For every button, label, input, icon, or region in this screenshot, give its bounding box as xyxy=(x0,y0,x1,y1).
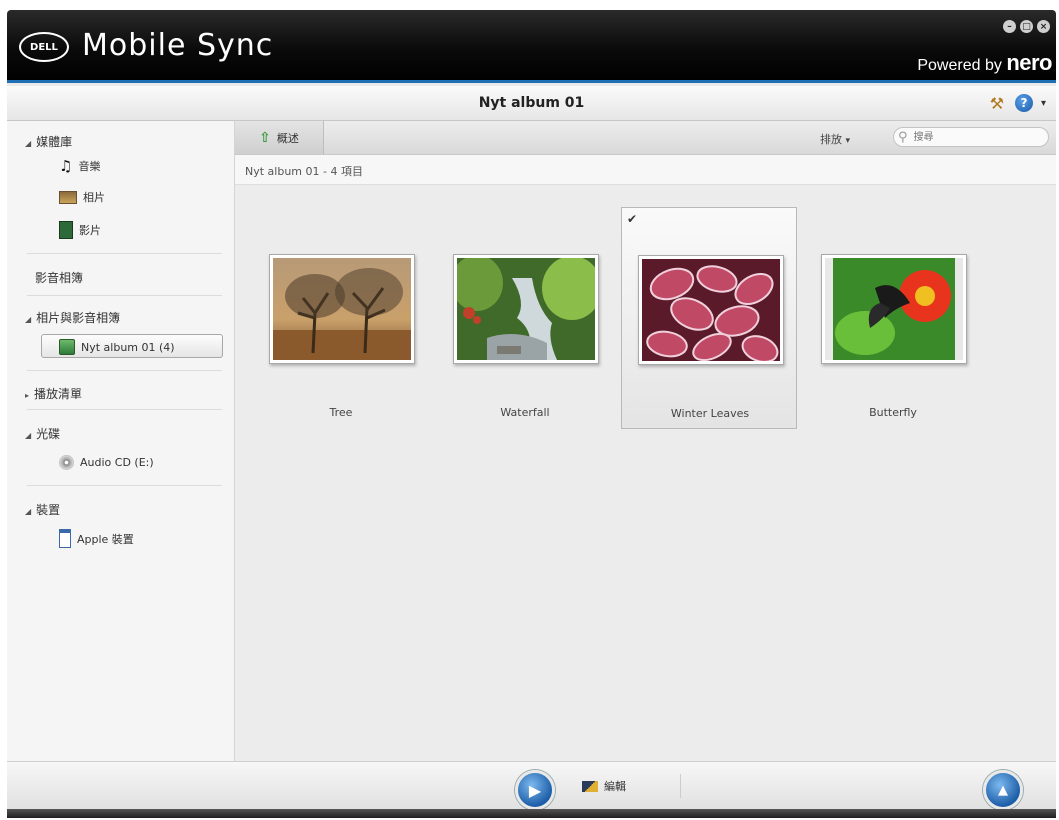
chevron-down-icon[interactable]: ▾ xyxy=(1041,98,1046,109)
tile-caption: Waterfall xyxy=(500,406,550,419)
footer-bar: ▶ 編輯 ▲ xyxy=(7,761,1056,818)
expand-arrow-icon[interactable]: ◢ xyxy=(25,139,31,148)
sidebar-section-label: 媒體庫 xyxy=(36,135,73,149)
sidebar-item-videos[interactable]: 影片 xyxy=(59,221,101,239)
content-area: ⇧ 概述 排放 ▾ ⚲ Nyt album 01 - 4 項目 xyxy=(235,121,1056,761)
thumbnail xyxy=(638,255,784,365)
help-icon[interactable]: ? xyxy=(1014,94,1033,112)
minimize-icon[interactable]: – xyxy=(1003,20,1016,33)
powered-by-text: Powered by xyxy=(917,57,1002,74)
music-note-icon: ♫ xyxy=(59,157,73,175)
sidebar-item-music[interactable]: ♫ 音樂 xyxy=(59,157,100,175)
sidebar-section-label: 相片與影音相簿 xyxy=(36,311,121,325)
sidebar-section-photo-video-albums[interactable]: ◢ 相片與影音相簿 xyxy=(25,309,120,326)
search-icon: ⚲ xyxy=(898,129,908,145)
sidebar-section-playlists[interactable]: ▸ 播放清單 xyxy=(25,385,82,402)
thumbnail xyxy=(453,254,599,364)
breadcrumb: Nyt album 01 - 4 項目 xyxy=(235,155,1056,185)
close-icon[interactable]: × xyxy=(1037,20,1050,33)
divider xyxy=(27,295,222,296)
play-icon: ▶ xyxy=(528,780,542,800)
expand-arrow-icon[interactable]: ◢ xyxy=(25,507,31,516)
divider xyxy=(27,409,222,410)
search-box[interactable]: ⚲ xyxy=(893,127,1049,147)
play-button[interactable]: ▶ xyxy=(515,770,555,810)
title-bar[interactable]: DELL Mobile Sync – □ × Powered by nero xyxy=(7,10,1056,83)
tile-caption: Butterfly xyxy=(869,406,917,419)
sidebar-section-library[interactable]: ◢ 媒體庫 xyxy=(25,133,72,150)
sidebar-item-label: Nyt album 01 (4) xyxy=(81,340,175,354)
search-input[interactable] xyxy=(911,130,1026,144)
sidebar-item-nyt-album[interactable]: Nyt album 01 (4) xyxy=(59,339,175,355)
sidebar-item-apple-device[interactable]: Apple 裝置 xyxy=(59,529,134,548)
sidebar-item-photos[interactable]: 相片 xyxy=(59,189,105,205)
footer-dark-bar xyxy=(7,809,1056,818)
eject-button[interactable]: ▲ xyxy=(983,770,1023,810)
chevron-down-icon: ▾ xyxy=(845,136,851,146)
overview-label: 概述 xyxy=(276,131,299,145)
checkbox-checked-icon[interactable]: ✔ xyxy=(627,212,640,226)
app-title: Mobile Sync xyxy=(82,28,274,63)
breadcrumb-text: Nyt album 01 - 4 項目 xyxy=(245,165,363,178)
content-toolbar: ⇧ 概述 排放 ▾ ⚲ xyxy=(235,121,1056,155)
thumbnail xyxy=(269,254,415,364)
media-tile-tree[interactable]: Tree xyxy=(253,207,429,429)
film-icon xyxy=(59,221,73,239)
sidebar-section-devices[interactable]: ◢ 裝置 xyxy=(25,501,60,518)
winter-leaves-image xyxy=(642,259,780,361)
up-arrow-icon: ⇧ xyxy=(259,129,271,146)
tree-image xyxy=(273,258,411,360)
divider xyxy=(27,253,222,254)
butterfly-image xyxy=(825,258,963,360)
album-icon xyxy=(59,339,75,355)
waterfall-image xyxy=(457,258,595,360)
media-tile-butterfly[interactable]: Butterfly xyxy=(805,207,981,429)
eject-icon: ▲ xyxy=(998,782,1008,798)
photo-icon xyxy=(59,190,77,204)
tile-caption: Tree xyxy=(329,406,353,419)
sidebar-item-label: Apple 裝置 xyxy=(77,532,134,546)
expand-arrow-icon[interactable]: ◢ xyxy=(25,431,31,440)
maximize-icon[interactable]: □ xyxy=(1020,20,1033,33)
divider xyxy=(27,485,222,486)
sidebar-item-label: Audio CD (E:) xyxy=(80,456,154,469)
sidebar-item-audio-cd[interactable]: Audio CD (E:) xyxy=(59,455,154,470)
sidebar-section-label: 光碟 xyxy=(36,427,61,441)
header-bar: Nyt album 01 ⚒ ? ▾ xyxy=(7,86,1056,121)
edit-label: 編輯 xyxy=(604,780,626,793)
sidebar-section-label: 裝置 xyxy=(36,503,61,517)
sort-label: 排放 xyxy=(820,133,842,146)
nero-logo: nero xyxy=(1006,50,1052,75)
sidebar-item-label: 相片 xyxy=(83,191,105,204)
accent-line xyxy=(7,80,1056,83)
sidebar-section-discs[interactable]: ◢ 光碟 xyxy=(25,425,60,442)
collapse-arrow-icon[interactable]: ▸ xyxy=(25,391,29,400)
divider xyxy=(27,370,222,371)
app-window: DELL Mobile Sync – □ × Powered by nero N… xyxy=(7,10,1056,818)
cd-icon xyxy=(59,455,74,470)
device-icon xyxy=(59,529,71,548)
dell-logo: DELL xyxy=(19,32,69,62)
sidebar-section-media-albums[interactable]: 影音相簿 xyxy=(35,269,83,286)
header-tools: ⚒ ? ▾ xyxy=(987,93,1046,113)
overview-button[interactable]: ⇧ 概述 xyxy=(235,121,324,154)
powered-by: Powered by nero xyxy=(917,50,1052,76)
sidebar-item-label: 音樂 xyxy=(78,160,101,173)
edit-icon xyxy=(582,780,598,792)
divider xyxy=(680,774,681,798)
media-tile-winter-leaves[interactable]: ✔ Winter Leaves xyxy=(621,207,797,429)
sidebar: ◢ 媒體庫 ♫ 音樂 相片 影片 影音相簿 ◢ 相片與影音相簿 Nyt album … xyxy=(7,121,235,761)
sidebar-section-label: 影音相簿 xyxy=(35,271,84,285)
thumbnail xyxy=(821,254,967,364)
page-title: Nyt album 01 xyxy=(478,95,585,111)
sort-dropdown[interactable]: 排放 ▾ xyxy=(820,131,850,147)
hammer-icon[interactable]: ⚒ xyxy=(987,93,1007,113)
media-tile-waterfall[interactable]: Waterfall xyxy=(437,207,613,429)
sidebar-item-label: 影片 xyxy=(79,224,101,237)
edit-button[interactable]: 編輯 xyxy=(582,778,626,794)
expand-arrow-icon[interactable]: ◢ xyxy=(25,315,31,324)
sidebar-section-label: 播放清單 xyxy=(34,387,83,401)
window-controls: – □ × xyxy=(1003,20,1050,33)
tile-caption: Winter Leaves xyxy=(670,407,750,420)
